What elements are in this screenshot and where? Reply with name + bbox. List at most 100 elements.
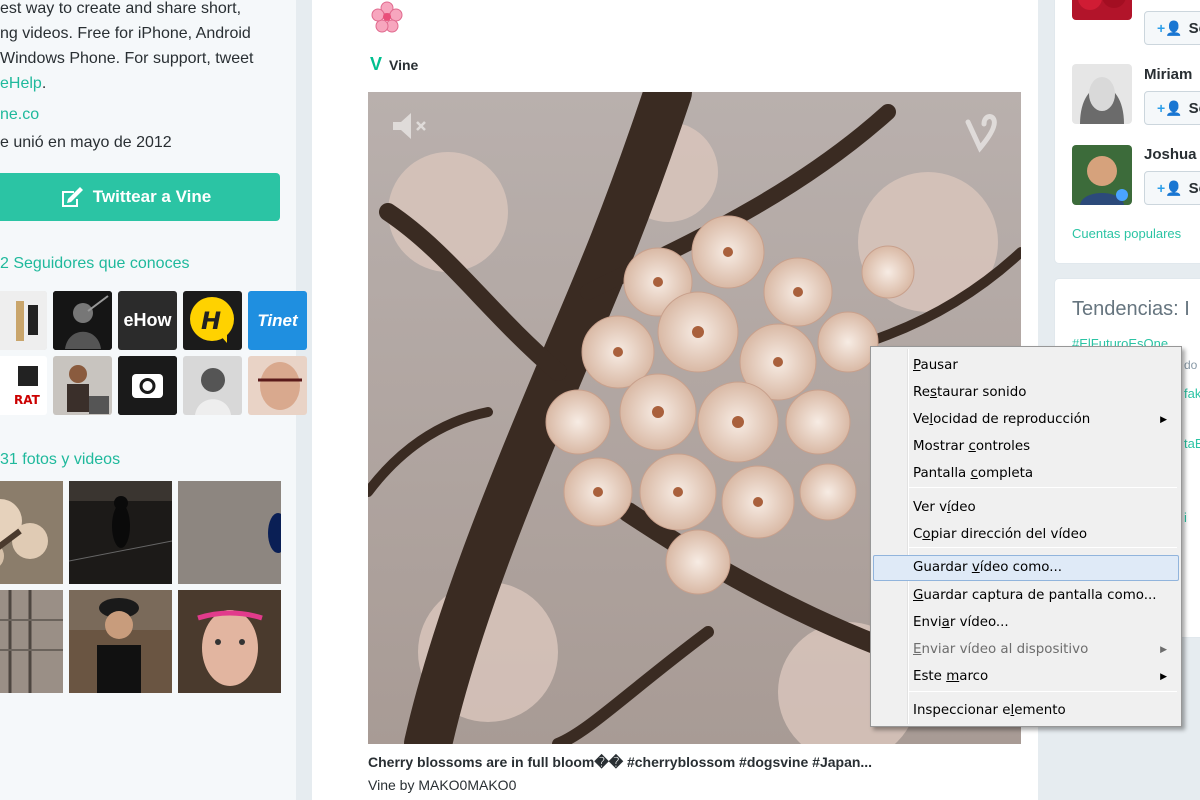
follower-avatar[interactable]: RAT [0, 356, 47, 415]
bio-line: Windows Phone. For support, tweet [0, 50, 254, 67]
svg-text:H: H [201, 307, 221, 335]
menu-item-accesskey: G [913, 588, 924, 603]
media-thumbnail[interactable] [0, 481, 63, 584]
tweet-byline: Vine by MAKO0MAKO0 [368, 777, 517, 793]
followers-you-know-title[interactable]: 2 Seguidores que conoces [0, 255, 189, 273]
add-user-icon: +👤 [1157, 19, 1183, 36]
menu-item-label: arco [959, 669, 989, 684]
bio-handle-link[interactable]: eHelp [0, 75, 42, 92]
bio-line: ng videos. Free for iPhone, Android [0, 25, 251, 42]
camera-logo[interactable] [118, 356, 177, 415]
menu-item-accesskey: o [922, 527, 931, 542]
menu-item-show-controls[interactable]: Mostrar controles [873, 434, 1179, 460]
submenu-arrow-icon: ▶ [1160, 415, 1167, 425]
card-source-label: Vine [389, 56, 419, 73]
tweet-to-button-label: Twittear a Vine [92, 187, 212, 206]
menu-item-save-screenshot-as[interactable]: Guardar captura de pantalla como... [873, 583, 1179, 609]
follower-avatar[interactable] [53, 291, 112, 350]
trend-item[interactable]: i [1184, 510, 1187, 525]
trends-title: Tendencias: I [1072, 298, 1190, 320]
menu-item-accesskey: v [971, 560, 980, 575]
menu-item-accesskey: c [970, 466, 978, 481]
photos-videos-title[interactable]: 31 fotos y videos [0, 451, 120, 469]
media-thumbnail[interactable] [178, 481, 281, 584]
menu-item-inspect-element[interactable]: Inspeccionar elemento [873, 698, 1179, 724]
popular-accounts-link[interactable]: Cuentas populares [1072, 226, 1181, 241]
menu-item-label: piar dirección del vídeo [930, 527, 1088, 542]
menu-item-this-frame[interactable]: Este marco ▶ [873, 664, 1179, 690]
card-source-link[interactable]: V Vine [370, 54, 418, 75]
menu-item-send-video[interactable]: Enviar vídeo... [873, 610, 1179, 636]
media-thumbnail[interactable] [69, 481, 172, 584]
menu-separator [909, 547, 1177, 548]
menu-item-label: Pantalla [913, 466, 971, 481]
follower-avatar[interactable] [53, 356, 112, 415]
ehow-logo[interactable]: eHow [118, 291, 177, 350]
tweet-to-button[interactable]: Twittear a Vine [0, 173, 280, 221]
menu-item-fullscreen[interactable]: Pantalla completa [873, 461, 1179, 487]
follower-avatar[interactable] [183, 356, 242, 415]
profile-website-link[interactable]: ne.co [0, 106, 39, 124]
menu-item-label: Mostrar [913, 439, 969, 454]
menu-item-accesskey: c [968, 439, 976, 454]
add-user-icon: +👤 [1157, 99, 1183, 116]
menu-item-label: ausar [920, 358, 958, 373]
menu-item-copy-video-address[interactable]: Copiar dirección del vídeo [873, 522, 1179, 548]
menu-item-label: Ver v [913, 500, 948, 515]
menu-item-label: taurar sonido [936, 385, 1027, 400]
trend-item[interactable]: taB [1184, 436, 1200, 451]
menu-item-label: Ve [913, 412, 930, 427]
video-context-menu: Pausar Restaurar sonido Velocidad de repro… [870, 346, 1182, 727]
vine-icon: V [370, 54, 383, 74]
menu-item-label: ontroles [975, 439, 1031, 454]
menu-item-label: deo [950, 500, 976, 515]
tinet-logo-label: Tinet [257, 310, 298, 330]
profile-bio: est way to create and share short, ng vi… [0, 0, 296, 96]
menu-item-save-video-as[interactable]: Guardar vídeo como... [873, 555, 1179, 581]
menu-item-label: C [913, 527, 923, 542]
menu-item-send-video-to-device[interactable]: Enviar vídeo al dispositivo ▶ [873, 637, 1179, 663]
menu-item-restore-sound[interactable]: Restaurar sonido [873, 380, 1179, 406]
svg-text:RAT: RAT [14, 393, 41, 407]
menu-item-label: Re [913, 385, 930, 400]
tweet-caption[interactable]: Cherry blossoms are in full bloom�� #che… [368, 754, 872, 771]
menu-item-label: Guardar [913, 560, 972, 575]
menu-item-accesskey: a [941, 615, 950, 630]
suggested-user-avatar[interactable] [1072, 0, 1132, 20]
media-thumbnail[interactable] [69, 590, 172, 693]
trend-item[interactable]: fak [1184, 386, 1200, 401]
menu-item-label: ompleta [977, 466, 1034, 481]
follow-button-label: Se [1188, 99, 1200, 117]
menu-separator [909, 487, 1177, 488]
menu-item-label: ídeo como... [979, 560, 1062, 575]
menu-item-label: emento [1014, 703, 1066, 718]
submenu-arrow-icon: ▶ [1160, 645, 1167, 655]
media-thumbnail[interactable] [178, 590, 281, 693]
follow-button[interactable]: +👤 Se [1144, 91, 1200, 125]
follow-button-label: Se [1188, 19, 1200, 37]
suggested-user-name[interactable]: Joshua [1144, 146, 1197, 163]
suggested-user-avatar[interactable] [1072, 145, 1132, 205]
follow-button[interactable]: +👤 Se [1144, 11, 1200, 45]
submenu-arrow-icon: ▶ [1160, 672, 1167, 682]
menu-item-playback-speed[interactable]: Velocidad de reproducción ▶ [873, 407, 1179, 433]
media-thumbnail[interactable] [0, 590, 63, 693]
yelp-style-logo[interactable]: H [183, 291, 242, 350]
menu-item-view-video[interactable]: Ver vídeo [873, 495, 1179, 521]
follower-avatar[interactable] [0, 291, 47, 350]
follow-button[interactable]: +👤 Se [1144, 171, 1200, 205]
suggested-user-avatar[interactable] [1072, 64, 1132, 124]
menu-item-label: Inspeccionar e [913, 703, 1011, 718]
tinet-logo[interactable]: Tinet [248, 291, 307, 350]
menu-item-pause[interactable]: Pausar [873, 353, 1179, 379]
follower-avatar[interactable] [248, 356, 307, 415]
menu-item-label: Este [913, 669, 947, 684]
suggested-user-name[interactable]: Miriam [1144, 66, 1192, 83]
followers-you-know-grid: eHow H Tinet RAT [0, 291, 307, 415]
trend-item[interactable]: do [1184, 358, 1197, 372]
menu-item-label: nviar vídeo al dispositivo [921, 642, 1089, 657]
menu-item-label: ocidad de reproducción [933, 412, 1091, 427]
menu-separator [909, 691, 1177, 692]
ehow-logo-label: eHow [123, 310, 172, 330]
bio-period: . [41, 75, 47, 92]
